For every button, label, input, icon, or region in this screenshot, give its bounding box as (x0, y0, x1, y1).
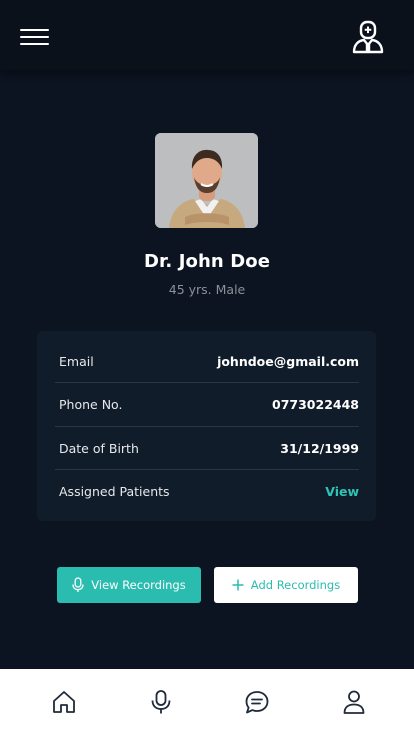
assigned-patients-view-link[interactable]: View (325, 484, 359, 499)
detail-row-assigned-patients: Assigned Patients View (55, 470, 359, 513)
email-label: Email (59, 354, 94, 369)
microphone-icon (72, 577, 84, 593)
doctor-name: Dr. John Doe (143, 251, 271, 272)
hamburger-menu-icon[interactable] (20, 26, 49, 46)
detail-row-phone: Phone No. 0773022448 (55, 383, 359, 426)
detail-row-email: Email johndoe@gmail.com (55, 340, 359, 383)
dob-value: 31/12/1999 (280, 441, 359, 456)
assigned-patients-label: Assigned Patients (59, 484, 170, 499)
phone-value: 0773022448 (272, 397, 359, 412)
add-recordings-label: Add Recordings (250, 578, 341, 592)
chat-icon[interactable] (242, 687, 272, 717)
details-card: Email johndoe@gmail.com Phone No. 077302… (37, 331, 376, 521)
dob-label: Date of Birth (59, 441, 139, 456)
view-recordings-button[interactable]: View Recordings (57, 567, 201, 603)
add-recordings-button[interactable]: Add Recordings (214, 567, 358, 603)
email-value: johndoe@gmail.com (217, 354, 359, 369)
microphone-icon[interactable] (146, 687, 176, 717)
bottom-navigation (0, 669, 414, 736)
doctor-icon[interactable] (351, 20, 385, 54)
top-app-bar (0, 0, 414, 70)
plus-icon (232, 579, 244, 591)
detail-row-dob: Date of Birth 31/12/1999 (55, 427, 359, 470)
phone-label: Phone No. (59, 397, 123, 412)
user-icon[interactable] (339, 687, 369, 717)
doctor-age-gender: 45 yrs. Male (168, 282, 246, 297)
home-icon[interactable] (49, 687, 79, 717)
view-recordings-label: View Recordings (91, 578, 186, 592)
profile-photo (155, 133, 258, 228)
